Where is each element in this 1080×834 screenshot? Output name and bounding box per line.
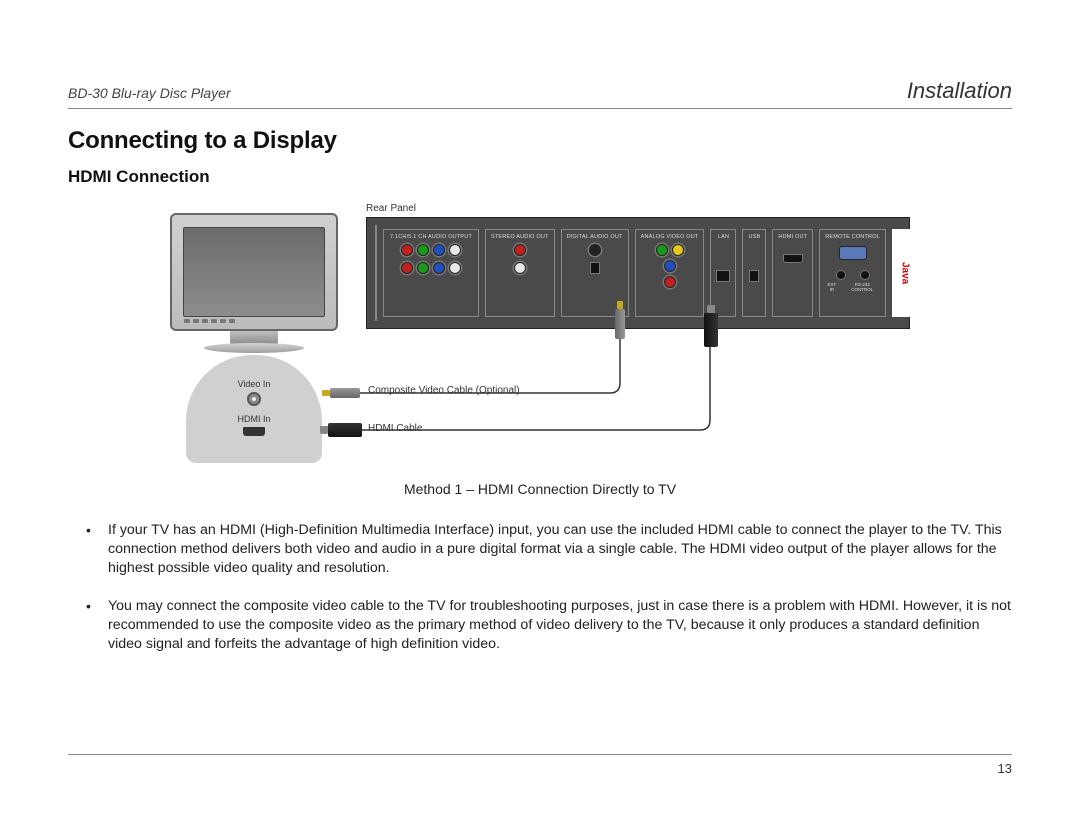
- composite-cable-label: Composite Video Cable (Optional): [368, 385, 520, 396]
- java-badge-icon: Java: [892, 229, 918, 317]
- diagram-caption: Method 1 – HDMI Connection Directly to T…: [68, 481, 1012, 497]
- video-in-label: Video In: [186, 379, 322, 389]
- video-in-jack-icon: [247, 392, 261, 406]
- tv-input-block: Video In HDMI In: [186, 355, 322, 463]
- hdmi-plug-icon: [704, 313, 718, 347]
- body-text: If your TV has an HDMI (High-Definition …: [68, 521, 1012, 654]
- hdmi-plug-icon: [328, 423, 362, 437]
- page-header: BD-30 Blu-ray Disc Player Installation: [68, 78, 1012, 109]
- remote-label: REMOTE CONTROL: [825, 234, 880, 240]
- section-name: Installation: [907, 78, 1012, 104]
- usb-label: USB: [748, 234, 760, 240]
- usb-group: USB: [742, 229, 766, 317]
- stereo-group: STEREO AUDIO OUT: [485, 229, 555, 317]
- lan-group: LAN: [710, 229, 736, 317]
- page-footer: 13: [68, 754, 1012, 776]
- bullet-item: If your TV has an HDMI (High-Definition …: [86, 521, 1012, 579]
- stereo-label: STEREO AUDIO OUT: [491, 234, 549, 240]
- rca-plug-icon: [330, 388, 360, 398]
- connection-diagram: Video In HDMI In Rear Panel 7.1CH/5.1 CH…: [68, 203, 1012, 473]
- audio-71-group: 7.1CH/5.1 CH AUDIO OUTPUT: [383, 229, 479, 317]
- rca-plug-icon: [615, 309, 625, 339]
- hdmi-out-group: HDMI OUT: [772, 229, 813, 317]
- subsection-title: HDMI Connection: [68, 167, 1012, 187]
- digital-audio-label: DIGITAL AUDIO OUT: [567, 234, 623, 240]
- lan-label: LAN: [718, 234, 729, 240]
- ext-ir-label: EXT IR: [825, 282, 838, 292]
- rear-panel-illustration: 7.1CH/5.1 CH AUDIO OUTPUT STEREO AUDIO O…: [366, 217, 910, 329]
- page-number: 13: [998, 761, 1012, 776]
- hdmi-cable-label: HDMI Cable: [368, 423, 422, 434]
- hdmi-in-jack-icon: [243, 427, 265, 436]
- analog-video-label: ANALOG VIDEO OUT: [641, 234, 699, 240]
- hdmi-in-label: HDMI In: [186, 414, 322, 424]
- analog-video-group: ANALOG VIDEO OUT: [635, 229, 705, 317]
- remote-group: REMOTE CONTROL EXT IR RS-232 CONTROL: [819, 229, 886, 317]
- rear-panel-fineprint: [375, 225, 377, 321]
- tv-illustration: [170, 213, 338, 353]
- page-title: Connecting to a Display: [68, 127, 1012, 155]
- rear-panel-label: Rear Panel: [366, 203, 416, 214]
- bullet-item: You may connect the composite video cabl…: [86, 597, 1012, 655]
- product-name: BD-30 Blu-ray Disc Player: [68, 85, 231, 101]
- audio-71-label: 7.1CH/5.1 CH AUDIO OUTPUT: [390, 234, 472, 240]
- hdmi-out-label: HDMI OUT: [778, 234, 807, 240]
- rs232-label: RS-232 CONTROL: [844, 282, 879, 292]
